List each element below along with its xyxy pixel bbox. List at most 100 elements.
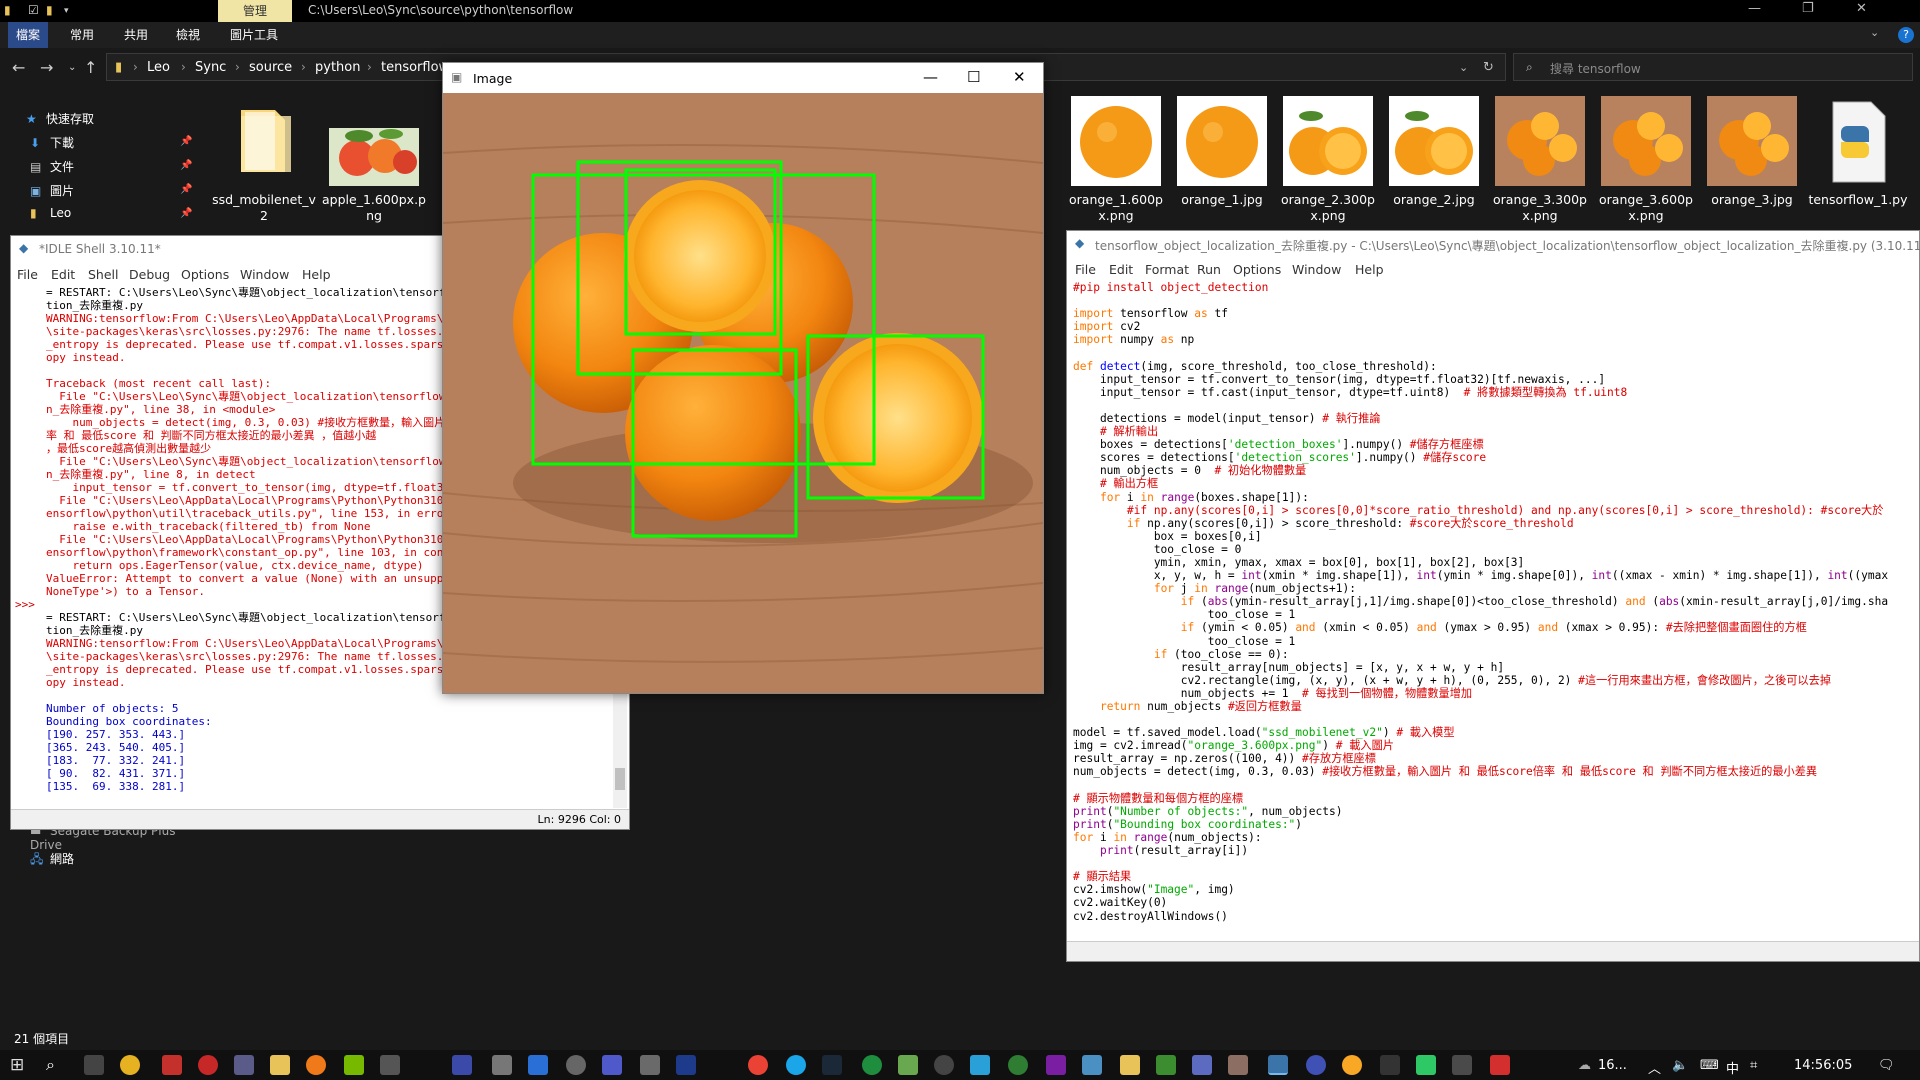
quick-access-dropdown-icon[interactable]: ▾: [64, 6, 69, 22]
app-icon[interactable]: [120, 1055, 140, 1075]
app-icon[interactable]: [1380, 1055, 1400, 1075]
menu-options[interactable]: Options: [1233, 262, 1281, 277]
code-editor[interactable]: #pip install object_detection import tens…: [1073, 281, 1919, 941]
app-icon[interactable]: [1192, 1055, 1212, 1075]
file-item[interactable]: orange_3.jpg: [1700, 96, 1804, 208]
steam-icon[interactable]: [822, 1055, 842, 1075]
refresh-icon[interactable]: ↻: [1483, 60, 1494, 75]
breadcrumb-leo[interactable]: Leo: [147, 60, 170, 75]
menu-window[interactable]: Window: [240, 267, 289, 282]
app-icon[interactable]: [898, 1055, 918, 1075]
breadcrumb-python[interactable]: python: [315, 60, 360, 75]
sync-icon[interactable]: [1416, 1055, 1436, 1075]
app-icon[interactable]: [1082, 1055, 1102, 1075]
app-icon[interactable]: [862, 1055, 882, 1075]
editor-horizontal-scrollbar[interactable]: [1067, 941, 1919, 961]
app-icon[interactable]: [970, 1055, 990, 1075]
help-icon[interactable]: ?: [1898, 27, 1914, 43]
file-item[interactable]: orange_3.600px.png: [1594, 96, 1698, 224]
recent-locations-chevron-icon[interactable]: ⌄: [68, 62, 76, 73]
app-icon[interactable]: [640, 1055, 660, 1075]
breadcrumb-source[interactable]: source: [249, 60, 292, 75]
keyboard-icon[interactable]: ⌨: [1700, 1058, 1719, 1073]
up-arrow-icon[interactable]: ↑: [84, 58, 97, 77]
notification-icon[interactable]: 🗨: [1878, 1058, 1895, 1073]
volume-icon[interactable]: 🔈: [1672, 1058, 1688, 1073]
app-icon[interactable]: [1490, 1055, 1510, 1075]
edge-icon[interactable]: [786, 1055, 806, 1075]
app-icon[interactable]: [934, 1055, 954, 1075]
app-icon[interactable]: [1008, 1055, 1028, 1075]
file-item[interactable]: tensorflow_1.py: [1806, 96, 1910, 208]
new-folder-icon[interactable]: ▮: [46, 3, 53, 19]
app-icon[interactable]: [380, 1055, 400, 1075]
pin-icon[interactable]: 📌: [180, 136, 192, 147]
app-icon[interactable]: [234, 1055, 254, 1075]
restore-icon[interactable]: ❐: [1802, 1, 1814, 16]
python-idle-icon[interactable]: [1268, 1055, 1288, 1075]
menu-file[interactable]: File: [17, 267, 38, 282]
windows-start-icon[interactable]: ⊞: [10, 1055, 24, 1075]
nav-quick-access[interactable]: ★ 快速存取: [26, 110, 94, 130]
file-item[interactable]: orange_3.300px.png: [1488, 96, 1592, 224]
file-item[interactable]: ssd_mobilenet_v2: [212, 96, 316, 224]
pin-icon[interactable]: 📌: [180, 208, 192, 219]
manage-context-tab[interactable]: 管理: [218, 0, 292, 22]
file-item[interactable]: orange_1.jpg: [1170, 96, 1274, 208]
chrome-icon[interactable]: [748, 1055, 768, 1075]
maximize-icon[interactable]: ☐: [967, 68, 980, 86]
app-icon[interactable]: [1156, 1055, 1176, 1075]
menu-run[interactable]: Run: [1197, 262, 1221, 277]
menu-debug[interactable]: Debug: [129, 267, 170, 282]
close-icon[interactable]: ✕: [1856, 1, 1867, 16]
forward-arrow-icon[interactable]: →: [40, 58, 53, 77]
search-input[interactable]: ⌕ 搜尋 tensorflow: [1513, 53, 1913, 81]
tab-home[interactable]: 常用: [70, 26, 94, 43]
menu-window[interactable]: Window: [1292, 262, 1341, 277]
file-explorer-icon[interactable]: [270, 1055, 290, 1075]
close-icon[interactable]: ✕: [1013, 68, 1026, 86]
nav-downloads[interactable]: ⬇ 下載: [30, 134, 74, 154]
app-icon[interactable]: [492, 1055, 512, 1075]
menu-help[interactable]: Help: [302, 267, 331, 282]
menu-help[interactable]: Help: [1355, 262, 1384, 277]
ime-indicator[interactable]: 中: [1726, 1058, 1739, 1077]
properties-icon[interactable]: ☑: [28, 3, 39, 19]
menu-format[interactable]: Format: [1145, 262, 1189, 277]
file-item[interactable]: orange_1.600px.png: [1064, 96, 1168, 224]
app-icon[interactable]: [1228, 1055, 1248, 1075]
nav-leo[interactable]: ▮ Leo: [30, 206, 71, 226]
file-item[interactable]: apple_1.600px.png: [322, 96, 426, 224]
app-icon[interactable]: [162, 1055, 182, 1075]
menu-file[interactable]: File: [1075, 262, 1096, 277]
address-dropdown-icon[interactable]: ⌄: [1459, 61, 1468, 74]
nvidia-icon[interactable]: [344, 1055, 364, 1075]
image-window-title-bar[interactable]: ▣ Image — ☐ ✕: [443, 63, 1043, 93]
weather-icon[interactable]: ☁: [1578, 1058, 1591, 1073]
teams-icon[interactable]: [602, 1055, 622, 1075]
editor-title-bar[interactable]: ◆ tensorflow_object_localization_去除重複.py…: [1067, 231, 1920, 257]
menu-options[interactable]: Options: [181, 267, 229, 282]
app-icon[interactable]: [1306, 1055, 1326, 1075]
menu-edit[interactable]: Edit: [51, 267, 75, 282]
app-icon[interactable]: [528, 1055, 548, 1075]
scrollbar-thumb[interactable]: [615, 768, 625, 790]
app-icon[interactable]: [566, 1055, 586, 1075]
app-icon[interactable]: [1452, 1055, 1472, 1075]
search-icon[interactable]: ⌕: [46, 1055, 55, 1075]
tab-file[interactable]: 檔案: [8, 22, 49, 48]
clock[interactable]: 14:56:05: [1794, 1058, 1852, 1073]
nav-documents[interactable]: ▤ 文件: [30, 158, 74, 178]
tab-share[interactable]: 共用: [124, 26, 148, 43]
pin-icon[interactable]: 📌: [180, 160, 192, 171]
breadcrumb-tensorflow[interactable]: tensorflow: [381, 60, 449, 75]
app-icon[interactable]: [198, 1055, 218, 1075]
input-method-icon[interactable]: ⌗: [1750, 1058, 1757, 1073]
file-item[interactable]: orange_2.jpg: [1382, 96, 1486, 208]
expand-ribbon-icon[interactable]: ⌄: [1870, 26, 1879, 39]
terminal-icon[interactable]: [84, 1055, 104, 1075]
pin-icon[interactable]: 📌: [180, 184, 192, 195]
breadcrumb-sync[interactable]: Sync: [195, 60, 226, 75]
app-icon[interactable]: [1046, 1055, 1066, 1075]
tray-chevron-icon[interactable]: ︿: [1648, 1058, 1661, 1077]
